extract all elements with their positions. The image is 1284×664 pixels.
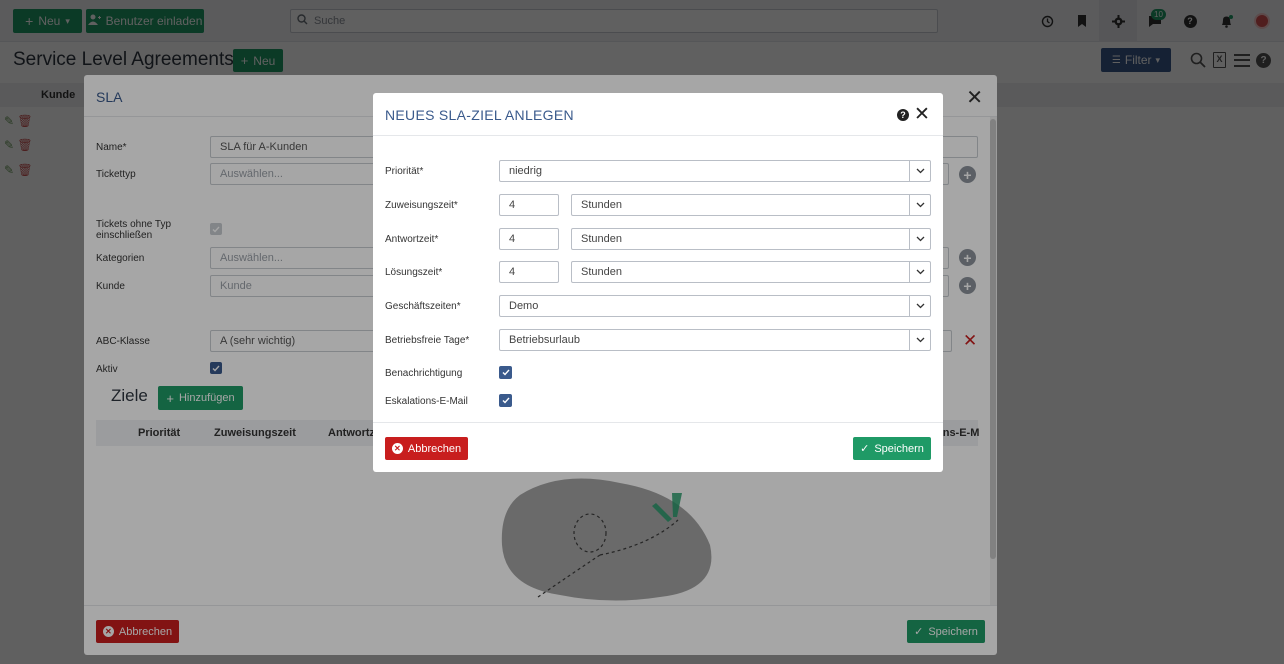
benachrichtigung-checkbox[interactable] — [499, 366, 512, 379]
betriebsfreie-tage-value: Betriebsurlaub — [509, 334, 580, 346]
help-icon[interactable]: ? — [897, 109, 909, 121]
ziel-modal-footer: ✕ Abbrechen ✓ Speichern — [373, 422, 943, 472]
zuweisungszeit-unit-value: Stunden — [581, 199, 622, 211]
ziel-save-button[interactable]: ✓ Speichern — [853, 437, 931, 460]
zuweisungszeit-label: Zuweisungszeit* — [385, 200, 458, 211]
loesungszeit-label: Lösungszeit* — [385, 267, 443, 278]
check-icon: ✓ — [860, 443, 870, 455]
geschaeftszeiten-value: Demo — [509, 300, 539, 312]
antwortzeit-input[interactable]: 4 — [499, 228, 559, 250]
loesungszeit-unit-value: Stunden — [581, 266, 622, 278]
geschaeftszeiten-select[interactable]: Demo — [499, 295, 931, 317]
ziel-modal-header: NEUES SLA-ZIEL ANLEGEN ? ✕ — [373, 93, 943, 136]
chevron-down-icon — [909, 330, 930, 350]
ziel-modal-title: NEUES SLA-ZIEL ANLEGEN — [385, 107, 574, 123]
prioritaet-value: niedrig — [509, 165, 543, 177]
zuweisungszeit-input[interactable]: 4 — [499, 194, 559, 216]
zuweisungszeit-unit-select[interactable]: Stunden — [571, 194, 931, 216]
chevron-down-icon — [909, 195, 930, 215]
cancel-circle-icon: ✕ — [391, 443, 403, 454]
ziel-cancel-button[interactable]: ✕ Abbrechen — [385, 437, 468, 460]
ziel-cancel-label: Abbrechen — [407, 442, 462, 455]
chevron-down-icon — [909, 296, 930, 316]
loesungszeit-unit-select[interactable]: Stunden — [571, 261, 931, 283]
eskalations-email-checkbox[interactable] — [499, 394, 512, 407]
loesungszeit-input[interactable]: 4 — [499, 261, 559, 283]
chevron-down-icon — [909, 161, 930, 181]
chevron-down-icon — [909, 229, 930, 249]
geschaeftszeiten-label: Geschäftszeiten* — [385, 301, 461, 312]
benachrichtigung-label: Benachrichtigung — [385, 368, 463, 379]
eskalations-email-label: Eskalations-E-Mail — [385, 396, 468, 407]
prioritaet-label: Priorität* — [385, 166, 424, 177]
betriebsfreie-tage-select[interactable]: Betriebsurlaub — [499, 329, 931, 351]
chevron-down-icon — [909, 262, 930, 282]
new-sla-ziel-modal: NEUES SLA-ZIEL ANLEGEN ? ✕ Priorität* ni… — [373, 93, 943, 472]
betriebsfreie-tage-label: Betriebsfreie Tage* — [385, 335, 470, 346]
antwortzeit-label: Antwortzeit* — [385, 234, 439, 245]
close-icon[interactable]: ✕ — [914, 103, 930, 126]
antwortzeit-unit-value: Stunden — [581, 233, 622, 245]
prioritaet-select[interactable]: niedrig — [499, 160, 931, 182]
antwortzeit-unit-select[interactable]: Stunden — [571, 228, 931, 250]
ziel-save-label: Speichern — [874, 442, 924, 455]
